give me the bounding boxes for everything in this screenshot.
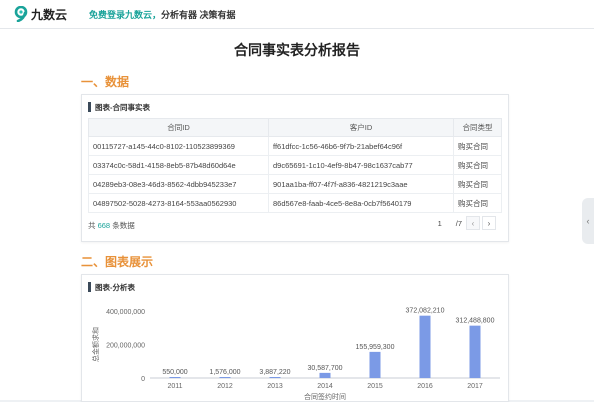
bar-value-label: 372,082,210 (406, 308, 445, 315)
prev-page-icon[interactable]: ‹ (466, 216, 480, 230)
cell-customer-id: 901aa1ba-ff07-4f7f-a836-4821219c3aae (268, 174, 454, 194)
cell-contract-id: 04289eb3-08e3-46d3-8562-4dbb945233e7 (88, 174, 269, 194)
slogan-highlight[interactable]: 免费登录九数云， (89, 10, 161, 20)
card-title-marker (88, 102, 91, 112)
cell-customer-id: ff61dfcc-1c56-46b6-9f7b-21abef64c96f (268, 136, 454, 156)
y-axis-label: 总金额求和 (91, 327, 100, 362)
x-tick-label: 2013 (267, 383, 283, 390)
bar-value-label: 155,959,300 (356, 344, 395, 351)
pagination: 1 /7 ‹ › (438, 216, 496, 230)
cell-customer-id: 86d567e8-faab-4ce5-8e8a-0cb7f5640179 (268, 193, 454, 213)
cell-contract-id: 03374c0c-58d1-4158-8eb5-87b48d60d64e (88, 155, 269, 175)
footer-suffix: 条数据 (112, 221, 135, 230)
brand-name: 九数云 (31, 7, 68, 22)
cell-contract-type: 购买合同 (453, 174, 502, 194)
x-tick-label: 2015 (367, 383, 383, 390)
x-tick-label: 2014 (317, 383, 333, 390)
x-tick-label: 2017 (467, 383, 483, 390)
table-card-header: 图表-合同事实表 (88, 101, 150, 113)
table-row[interactable]: 03374c0c-58d1-4158-8eb5-87b48d60d64e d9c… (88, 155, 502, 175)
slogan-text: 分析有器 决策有据 (161, 9, 236, 20)
x-tick-label: 2011 (167, 383, 182, 390)
y-tick-label: 0 (141, 376, 145, 383)
table-row[interactable]: 00115727-a145-44c0-8102-110523899369 ff6… (88, 136, 502, 156)
cell-contract-id: 04897502-5028-4273-8164-553aa0562930 (88, 193, 269, 213)
bar (219, 377, 231, 378)
report-page: 合同事实表分析报告 一、数据 图表-合同事实表 合同ID 客户ID 合同类型 0… (0, 29, 594, 402)
brand[interactable]: 九数云 (14, 6, 67, 23)
table-card-title: 图表-合同事实表 (95, 102, 150, 112)
cell-contract-type: 购买合同 (453, 136, 502, 156)
column-header-contract-type[interactable]: 合同类型 (453, 118, 502, 137)
cell-contract-type: 购买合同 (453, 155, 502, 175)
bar (369, 351, 381, 378)
next-page-icon[interactable]: › (482, 216, 496, 230)
bar-value-label: 312,488,800 (456, 318, 495, 325)
x-tick-label: 2016 (417, 383, 433, 390)
slogan[interactable]: 免费登录九数云，分析有器 决策有据 (89, 8, 236, 21)
y-tick-label: 400,000,000 (106, 309, 145, 316)
footer-prefix: 共 (88, 221, 96, 230)
table-header-row: 合同ID 客户ID 合同类型 (88, 118, 502, 137)
report-title: 合同事实表分析报告 (234, 42, 360, 58)
bar (419, 315, 431, 378)
table-row[interactable]: 04289eb3-08e3-46d3-8562-4dbb945233e7 901… (88, 174, 502, 194)
section-title-chart: 二、图表展示 (81, 255, 154, 269)
bar (469, 325, 481, 378)
y-tick-label: 200,000,000 (106, 343, 145, 350)
table-row[interactable]: 04897502-5028-4273-8164-553aa0562930 86d… (88, 193, 502, 213)
chart-card: 图表-分析表 0 200,000,000 400,000,000 总金额求和 550,0… (81, 274, 509, 402)
bar-value-label: 30,587,700 (307, 365, 342, 372)
table-card: 图表-合同事实表 合同ID 客户ID 合同类型 00115727-a145-44… (81, 94, 509, 242)
bar (319, 372, 331, 378)
current-page[interactable]: 1 (438, 219, 442, 228)
top-bar: 九数云 免费登录九数云，分析有器 决策有据 (0, 0, 594, 29)
section-title-data: 一、数据 (81, 75, 130, 89)
cell-customer-id: d9c65691-1c10-4ef9-8b47-98c1637cab77 (268, 155, 454, 175)
bar (169, 377, 181, 378)
bar (269, 377, 281, 378)
bar-value-label: 1,576,000 (209, 369, 240, 376)
bar-chart: 0 200,000,000 400,000,000 总金额求和 550,000 2011 1… (91, 308, 500, 401)
jiushuyun-logo-icon (14, 6, 28, 22)
column-header-contract-id[interactable]: 合同ID (88, 118, 269, 137)
x-tick-label: 2012 (217, 383, 233, 390)
chevron-left-icon: ‹ (586, 216, 590, 226)
bar-value-label: 550,000 (162, 369, 187, 376)
bar-value-label: 3,887,220 (259, 369, 290, 376)
record-count: 668 (97, 221, 111, 230)
cell-contract-type: 购买合同 (453, 193, 502, 213)
table-footer: 共 668 条数据 (88, 220, 135, 231)
data-table: 合同ID 客户ID 合同类型 00115727-a145-44c0-8102-1… (88, 118, 502, 213)
cell-contract-id: 00115727-a145-44c0-8102-110523899369 (88, 136, 269, 156)
side-panel-toggle[interactable]: ‹ (582, 198, 594, 244)
total-pages: /7 (455, 218, 462, 228)
column-header-customer-id[interactable]: 客户ID (268, 118, 454, 137)
